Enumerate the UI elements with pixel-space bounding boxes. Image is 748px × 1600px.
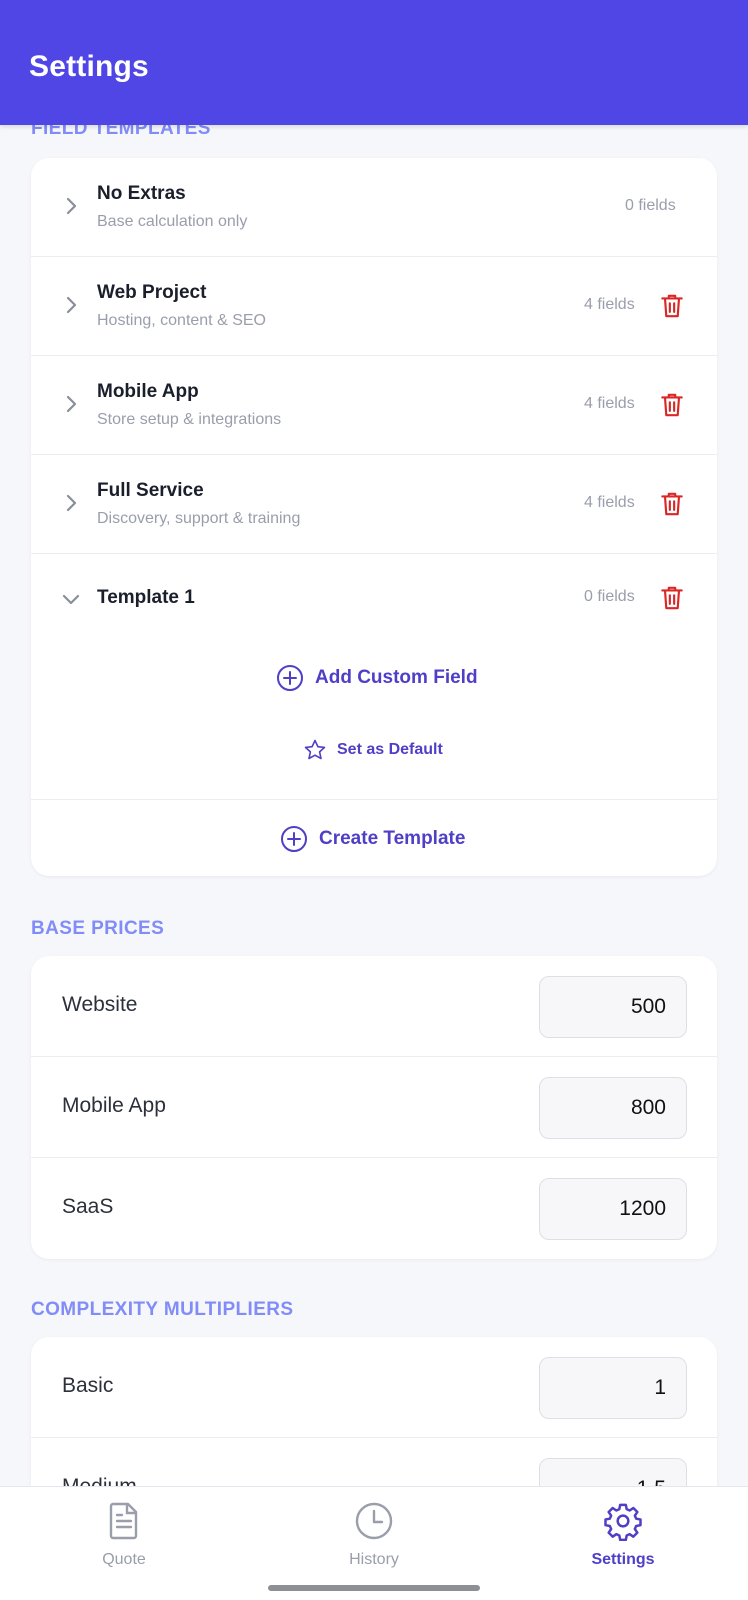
star-icon [304,739,326,760]
base-price-input[interactable]: 500 [539,976,687,1038]
template-description: Discovery, support & training [97,510,301,527]
trash-icon[interactable] [659,292,685,320]
trash-icon[interactable] [659,391,685,419]
multiplier-input[interactable]: 1 [539,1357,687,1419]
template-field-count: 4 fields [584,296,635,313]
system-home-indicator[interactable] [268,1585,480,1591]
template-field-count: 4 fields [584,395,635,412]
chevron-right-icon [66,197,77,215]
template-row-mobile-app[interactable]: Mobile App Store setup & integrations 4 … [31,356,717,455]
field-templates-card: No Extras Base calculation only 0 fields… [31,158,717,876]
template-name: Full Service [97,480,204,501]
chevron-right-icon [66,395,77,413]
chevron-down-icon[interactable] [59,587,83,611]
plus-circle-icon [277,665,303,691]
page-title: Settings [29,50,149,83]
plus-circle-icon [281,826,307,852]
base-price-row-mobile-app: Mobile App 800 [31,1057,717,1158]
nav-item-quote[interactable]: Quote [44,1501,204,1569]
template-description: Hosting, content & SEO [97,312,266,329]
gear-icon [604,1503,642,1541]
add-custom-field-button[interactable]: Add Custom Field [276,664,478,692]
chevron-right-icon [66,296,77,314]
template-row-web-project[interactable]: Web Project Hosting, content & SEO 4 fie… [31,257,717,356]
trash-icon[interactable] [659,490,685,518]
base-price-label: Website [62,993,138,1016]
nav-item-history[interactable]: History [294,1501,454,1569]
multiplier-row-basic: Basic 1 [31,1337,717,1438]
base-price-label: SaaS [62,1195,114,1218]
template-field-count: 0 fields [584,588,635,605]
base-price-label: Mobile App [62,1094,166,1117]
set-as-default-label: Set as Default [337,741,443,758]
template-description: Store setup & integrations [97,411,282,428]
create-template-label: Create Template [319,828,466,849]
nav-label: History [349,1551,399,1568]
multiplier-label: Basic [62,1374,114,1397]
chevron-right-icon [66,494,77,512]
add-custom-field-label: Add Custom Field [315,667,478,688]
settings-scroll-area[interactable]: FIELD TEMPLATES No Extras Base calculati… [0,0,748,1600]
create-template-row: Create Template [31,800,717,876]
base-prices-section-title: BASE PRICES [31,918,165,939]
template-description: Base calculation only [97,213,248,230]
base-price-input[interactable]: 1200 [539,1178,687,1240]
template-row-no-extras[interactable]: No Extras Base calculation only 0 fields [31,158,717,257]
template-name: Template 1 [97,587,195,608]
nav-label: Quote [102,1551,146,1568]
set-as-default-button[interactable]: Set as Default [303,738,443,762]
base-price-row-website: Website 500 [31,956,717,1057]
template-field-count: 4 fields [584,494,635,511]
base-price-input[interactable]: 800 [539,1077,687,1139]
template-name: Mobile App [97,381,199,402]
base-price-row-saas: SaaS 1200 [31,1158,717,1259]
app-bar: Settings [0,0,748,125]
bottom-navigation: Quote History Settings [0,1486,748,1600]
nav-label: Settings [591,1551,655,1568]
trash-icon[interactable] [659,584,685,612]
template-name: No Extras [97,183,186,204]
template-row-full-service[interactable]: Full Service Discovery, support & traini… [31,455,717,554]
base-prices-card: Website 500 Mobile App 800 SaaS 1200 [31,956,717,1259]
template-field-count: 0 fields [625,197,676,214]
complexity-multipliers-section-title: COMPLEXITY MULTIPLIERS [31,1299,294,1320]
clock-icon [355,1502,393,1540]
template-row-template-1-expanded: Template 1 0 fields Add Custom Field Set… [31,554,717,800]
template-name: Web Project [97,282,207,303]
nav-item-settings[interactable]: Settings [543,1501,703,1569]
create-template-button[interactable]: Create Template [280,825,465,853]
document-icon [109,1502,138,1540]
